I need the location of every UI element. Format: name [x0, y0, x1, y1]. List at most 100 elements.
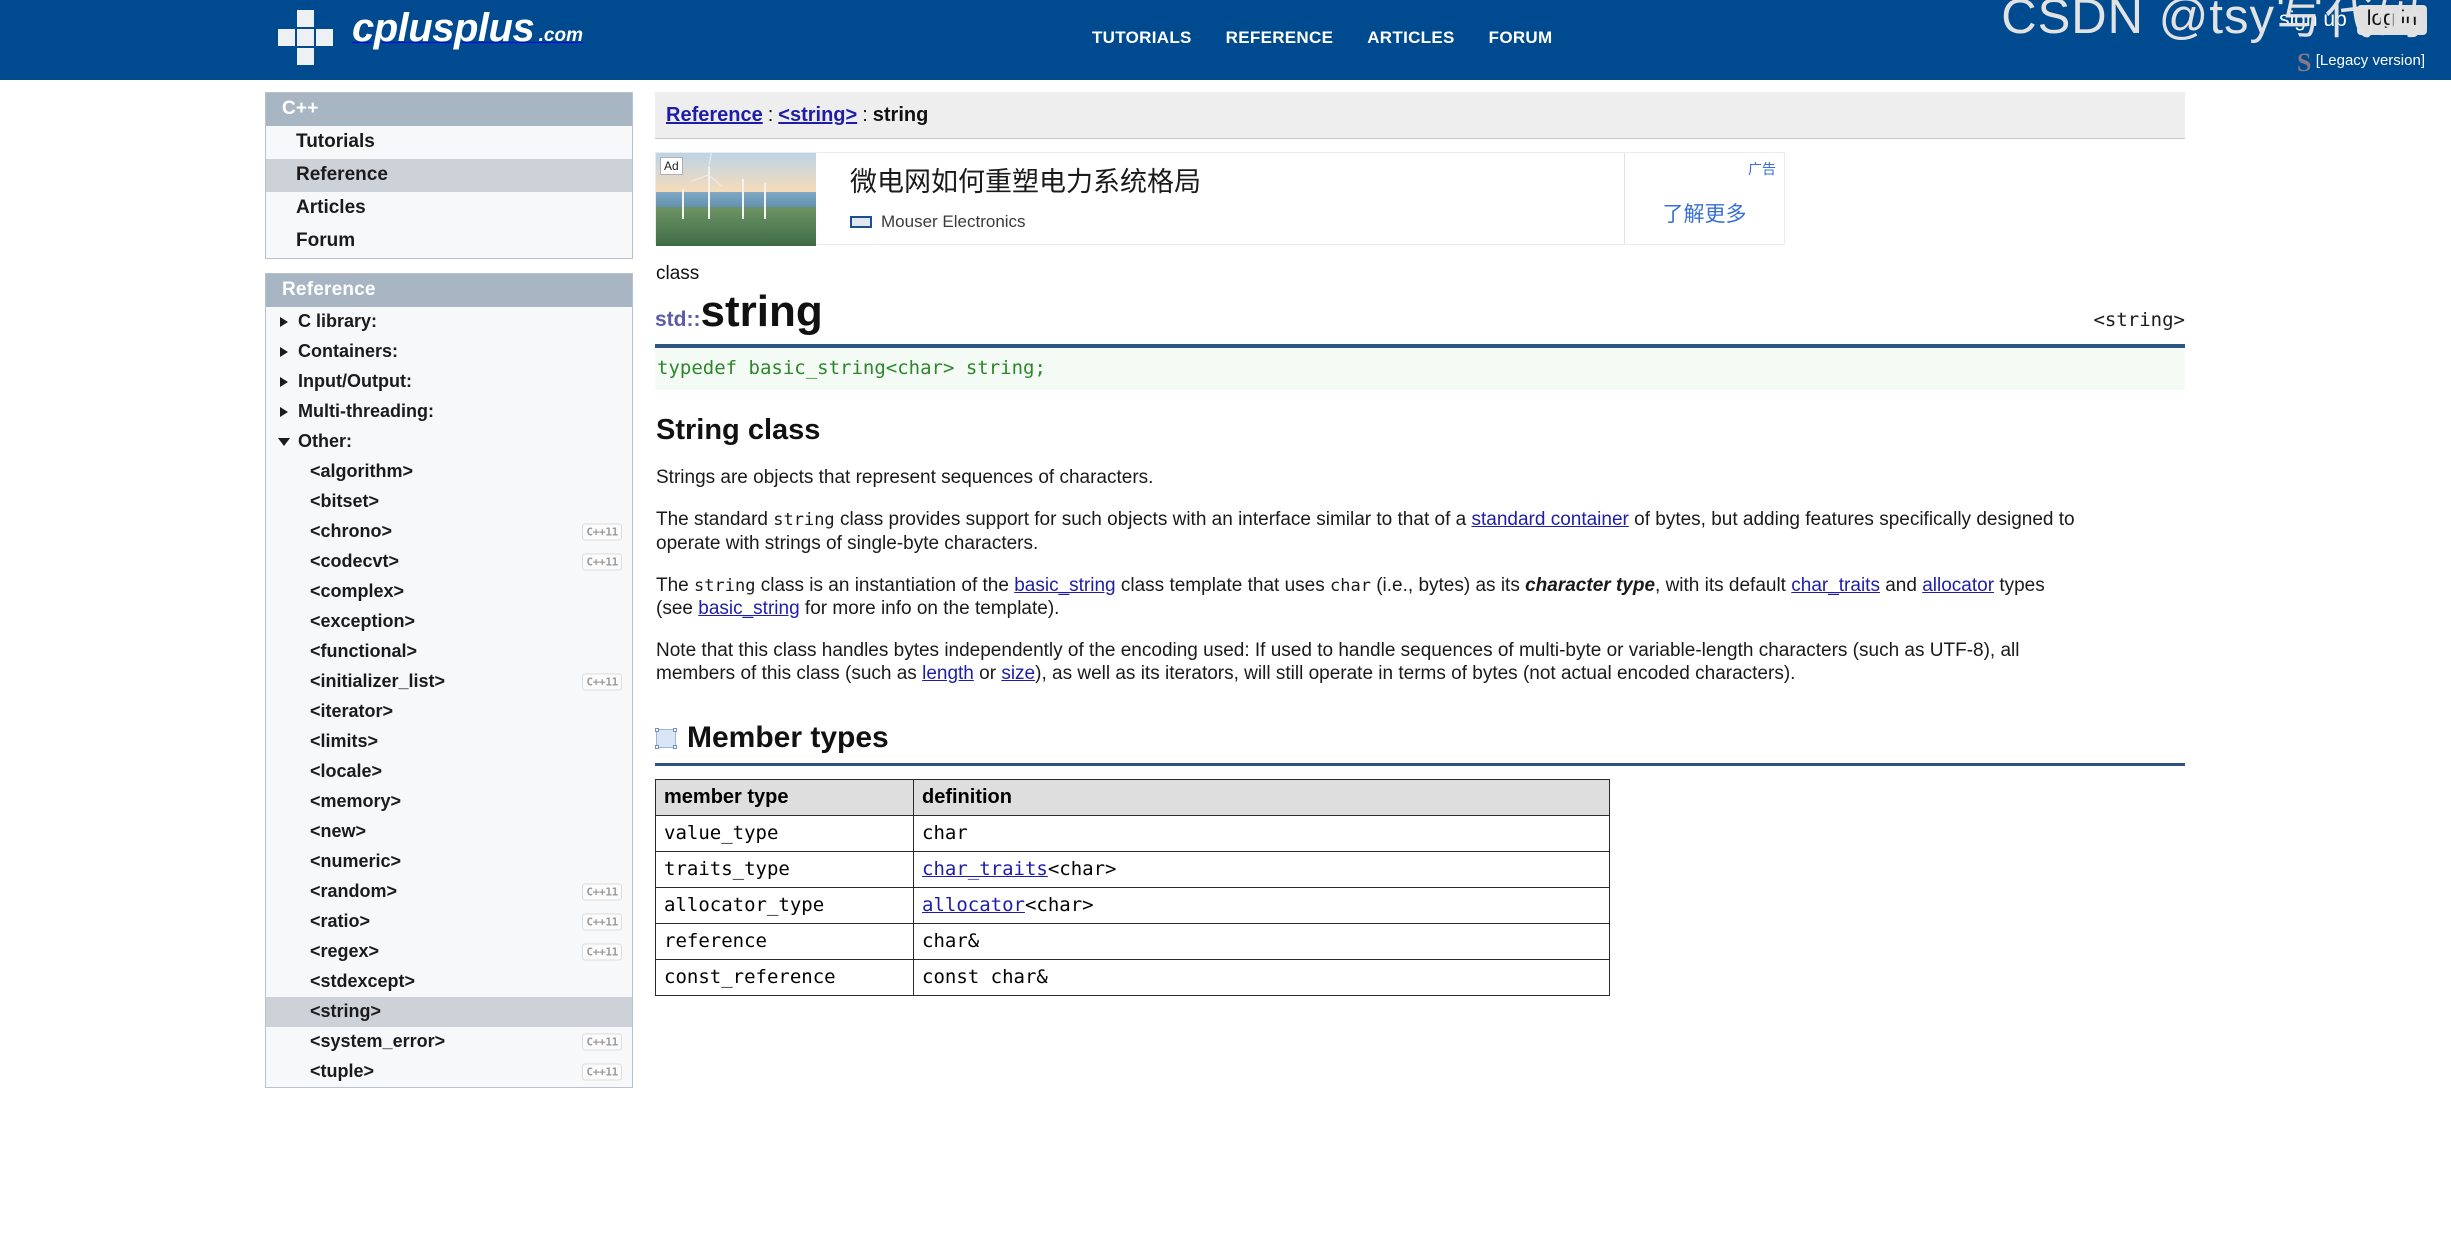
logo-wordmark: cplusplus	[352, 6, 535, 50]
cell-member-type: traits_type	[655, 851, 914, 889]
sidebar-item-tuple[interactable]: <tuple> C++11	[266, 1057, 632, 1087]
sidebar-item-ratio[interactable]: <ratio> C++11	[266, 907, 632, 937]
cell-definition: char&	[913, 923, 1610, 961]
breadcrumb-reference[interactable]: Reference	[666, 104, 763, 127]
sidebar-item-reference[interactable]: Reference	[266, 159, 632, 192]
cell-member-type: value_type	[655, 815, 914, 853]
sidebar-link-reference[interactable]: Reference	[266, 159, 632, 192]
link-basic-string-2[interactable]: basic_string	[698, 598, 799, 619]
cpp11-badge: C++11	[582, 883, 622, 901]
sidebar-cpp-title: C++	[266, 93, 632, 126]
sidebar-link-forum[interactable]: Forum	[266, 225, 632, 258]
link-allocator[interactable]: allocator	[922, 894, 1025, 916]
legacy-version-link[interactable]: [Legacy version]	[2316, 52, 2425, 69]
site-logo[interactable]: cplusplus .com	[278, 6, 583, 76]
sidebar-item-new[interactable]: <new>	[266, 817, 632, 847]
cell-member-type: const_reference	[655, 959, 914, 997]
nav-reference[interactable]: REFERENCE	[1226, 28, 1334, 48]
cpp11-badge: C++11	[582, 913, 622, 931]
sidebar-item-tutorials[interactable]: Tutorials	[266, 126, 632, 159]
ad-advertiser: Mouser Electronics	[881, 212, 1026, 232]
sidebar-item-bitset[interactable]: <bitset>	[266, 487, 632, 517]
sidebar-item-label: <limits>	[310, 731, 379, 751]
ad-learn-more-link[interactable]: 了解更多	[1625, 198, 1784, 228]
sidebar-item-chrono[interactable]: <chrono> C++11	[266, 517, 632, 547]
nav-forum[interactable]: FORUM	[1489, 28, 1553, 48]
link-basic-string[interactable]: basic_string	[1014, 575, 1115, 596]
header-file-label: <string>	[2093, 309, 2185, 332]
sidebar-item-functional[interactable]: <functional>	[266, 637, 632, 667]
chevron-right-icon	[280, 407, 288, 417]
breadcrumb: Reference : <string> : string	[655, 92, 2185, 139]
sidebar-group-other[interactable]: Other:	[266, 427, 632, 457]
sidebar-item-limits[interactable]: <limits>	[266, 727, 632, 757]
paragraph-3: The string class is an instantiation of …	[656, 574, 2045, 619]
cpp11-badge: C++11	[582, 1063, 622, 1081]
table-row: value_type char	[655, 815, 1610, 853]
ad-label: 广告	[1748, 161, 1776, 177]
sidebar-item-numeric[interactable]: <numeric>	[266, 847, 632, 877]
link-char-traits[interactable]: char_traits	[1791, 575, 1880, 596]
sidebar-item-algorithm[interactable]: <algorithm>	[266, 457, 632, 487]
link-allocator[interactable]: allocator	[1922, 575, 1994, 596]
link-standard-container[interactable]: standard container	[1471, 509, 1628, 530]
entity-kind: class	[656, 263, 700, 284]
inline-code: string	[773, 510, 835, 531]
sidebar-group-label: Containers:	[298, 341, 399, 361]
sidebar-group-input-output[interactable]: Input/Output:	[266, 367, 632, 397]
log-in-button[interactable]: log in	[2356, 5, 2427, 35]
page-title-row: std::string <string>	[655, 288, 2185, 335]
sidebar-group-c-library[interactable]: C library:	[266, 307, 632, 337]
sidebar-group-label: Other:	[298, 431, 352, 451]
sidebar-item-label: <string>	[310, 1001, 382, 1021]
link-length[interactable]: length	[922, 663, 974, 684]
nav-articles[interactable]: ARTICLES	[1367, 28, 1454, 48]
sign-up-link[interactable]: sign up	[2279, 8, 2347, 32]
table-row: const_reference const char&	[655, 959, 1610, 997]
main-content: Reference : <string> : string Ad 微电网如何重塑…	[655, 92, 2185, 997]
sidebar-item-label: <iterator>	[310, 701, 394, 721]
sidebar-item-complex[interactable]: <complex>	[266, 577, 632, 607]
sidebar-item-label: <locale>	[310, 761, 383, 781]
sidebar-item-label: <bitset>	[310, 491, 380, 511]
sidebar-item-memory[interactable]: <memory>	[266, 787, 632, 817]
sidebar-group-label: C library:	[298, 311, 378, 331]
advertiser-logo-icon	[850, 216, 872, 229]
breadcrumb-separator: :	[862, 103, 868, 126]
cell-definition: allocator<char>	[913, 887, 1610, 925]
sidebar-item-forum[interactable]: Forum	[266, 225, 632, 258]
sidebar-item-exception[interactable]: <exception>	[266, 607, 632, 637]
breadcrumb-header-file[interactable]: <string>	[778, 104, 857, 127]
sidebar-group-multi-threading[interactable]: Multi-threading:	[266, 397, 632, 427]
page-title: std::string	[655, 288, 2185, 335]
sidebar-link-tutorials[interactable]: Tutorials	[266, 126, 632, 159]
cell-member-type: reference	[655, 923, 914, 961]
chevron-down-icon	[278, 438, 290, 446]
ad-cta-panel[interactable]: 广告 了解更多	[1624, 153, 1784, 244]
sidebar-item-articles[interactable]: Articles	[266, 192, 632, 225]
sidebar-item-system-error[interactable]: <system_error> C++11	[266, 1027, 632, 1057]
sidebar-link-articles[interactable]: Articles	[266, 192, 632, 225]
cpp11-badge: C++11	[582, 523, 622, 541]
sidebar-item-iterator[interactable]: <iterator>	[266, 697, 632, 727]
sidebar-item-stdexcept[interactable]: <stdexcept>	[266, 967, 632, 997]
sidebar: C++ Tutorials Reference Articles Forum R…	[265, 92, 633, 1102]
ad-badge: Ad	[660, 157, 683, 175]
nav-tutorials[interactable]: TUTORIALS	[1092, 28, 1192, 48]
breadcrumb-current: string	[872, 103, 929, 126]
sidebar-item-initializer-list[interactable]: <initializer_list> C++11	[266, 667, 632, 697]
link-size[interactable]: size	[1001, 663, 1035, 684]
link-char-traits[interactable]: char_traits	[922, 858, 1048, 880]
sidebar-item-regex[interactable]: <regex> C++11	[266, 937, 632, 967]
sidebar-item-locale[interactable]: <locale>	[266, 757, 632, 787]
sidebar-item-codecvt[interactable]: <codecvt> C++11	[266, 547, 632, 577]
sidebar-item-string[interactable]: <string>	[266, 997, 632, 1027]
sidebar-item-label: <ratio>	[310, 911, 371, 931]
advertisement[interactable]: Ad 微电网如何重塑电力系统格局 Mouser Electronics 广告 了…	[655, 152, 1785, 246]
sidebar-item-label: <numeric>	[310, 851, 402, 871]
cplusplus-logo-icon	[278, 10, 340, 76]
member-types-table: member type definition value_type char t…	[655, 779, 1610, 997]
sidebar-group-containers[interactable]: Containers:	[266, 337, 632, 367]
cell-definition: char_traits<char>	[913, 851, 1610, 889]
sidebar-item-random[interactable]: <random> C++11	[266, 877, 632, 907]
